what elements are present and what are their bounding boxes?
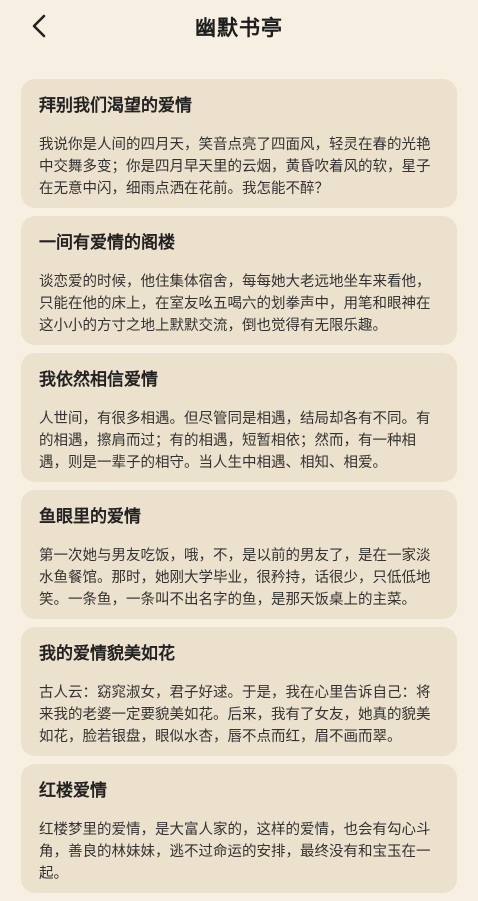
article-excerpt: 人世间，有很多相遇。但尽管同是相遇，结局却各有不同。有的相遇，擦肩而过；有的相遇… <box>39 411 431 471</box>
article-excerpt: 谈恋爱的时候，他住集体宿舍，每每她大老远地坐车来看他，只能在他的床上，在室友吆五… <box>39 274 431 334</box>
header-bar: 幽默书亭 <box>0 0 478 52</box>
article-card[interactable]: 我依然相信爱情 人世间，有很多相遇。但尽管同是相遇，结局却各有不同。有的相遇，擦… <box>21 353 457 482</box>
article-excerpt: 第一次她与男友吃饭，哦，不，是以前的男友了，是在一家淡水鱼餐馆。那时，她刚大学毕… <box>39 548 431 608</box>
article-title: 红楼爱情 <box>39 781 107 801</box>
article-card[interactable]: 我的爱情貌美如花 古人云：窈窕淑女，君子好逑。于是，我在心里告诉自己：将来我的老… <box>21 627 457 756</box>
article-excerpt: 古人云：窈窕淑女，君子好逑。于是，我在心里告诉自己：将来我的老婆一定要貌美如花。… <box>39 685 431 745</box>
article-excerpt: 我说你是人间的四月天，笑音点亮了四面风，轻灵在春的光艳中交舞多变；你是四月早天里… <box>39 137 431 197</box>
article-list: 拜别我们渴望的爱情 我说你是人间的四月天，笑音点亮了四面风，轻灵在春的光艳中交舞… <box>21 79 457 901</box>
article-title: 我的爱情貌美如花 <box>39 644 175 664</box>
article-card[interactable]: 拜别我们渴望的爱情 我说你是人间的四月天，笑音点亮了四面风，轻灵在春的光艳中交舞… <box>21 79 457 208</box>
article-card[interactable]: 鱼眼里的爱情 第一次她与男友吃饭，哦，不，是以前的男友了，是在一家淡水鱼餐馆。那… <box>21 490 457 619</box>
article-card[interactable]: 一间有爱情的阁楼 谈恋爱的时候，他住集体宿舍，每每她大老远地坐车来看他，只能在他… <box>21 216 457 345</box>
page-title: 幽默书亭 <box>195 16 283 40</box>
article-title: 鱼眼里的爱情 <box>39 507 141 527</box>
article-title: 我依然相信爱情 <box>39 370 158 390</box>
article-title: 一间有爱情的阁楼 <box>39 233 175 253</box>
article-title: 拜别我们渴望的爱情 <box>39 96 192 116</box>
article-card[interactable]: 红楼爱情 红楼梦里的爱情，是大富人家的，这样的爱情，也会有勾心斗角，善良的林妹妹… <box>21 764 457 893</box>
article-excerpt: 红楼梦里的爱情，是大富人家的，这样的爱情，也会有勾心斗角，善良的林妹妹，逃不过命… <box>39 822 431 882</box>
